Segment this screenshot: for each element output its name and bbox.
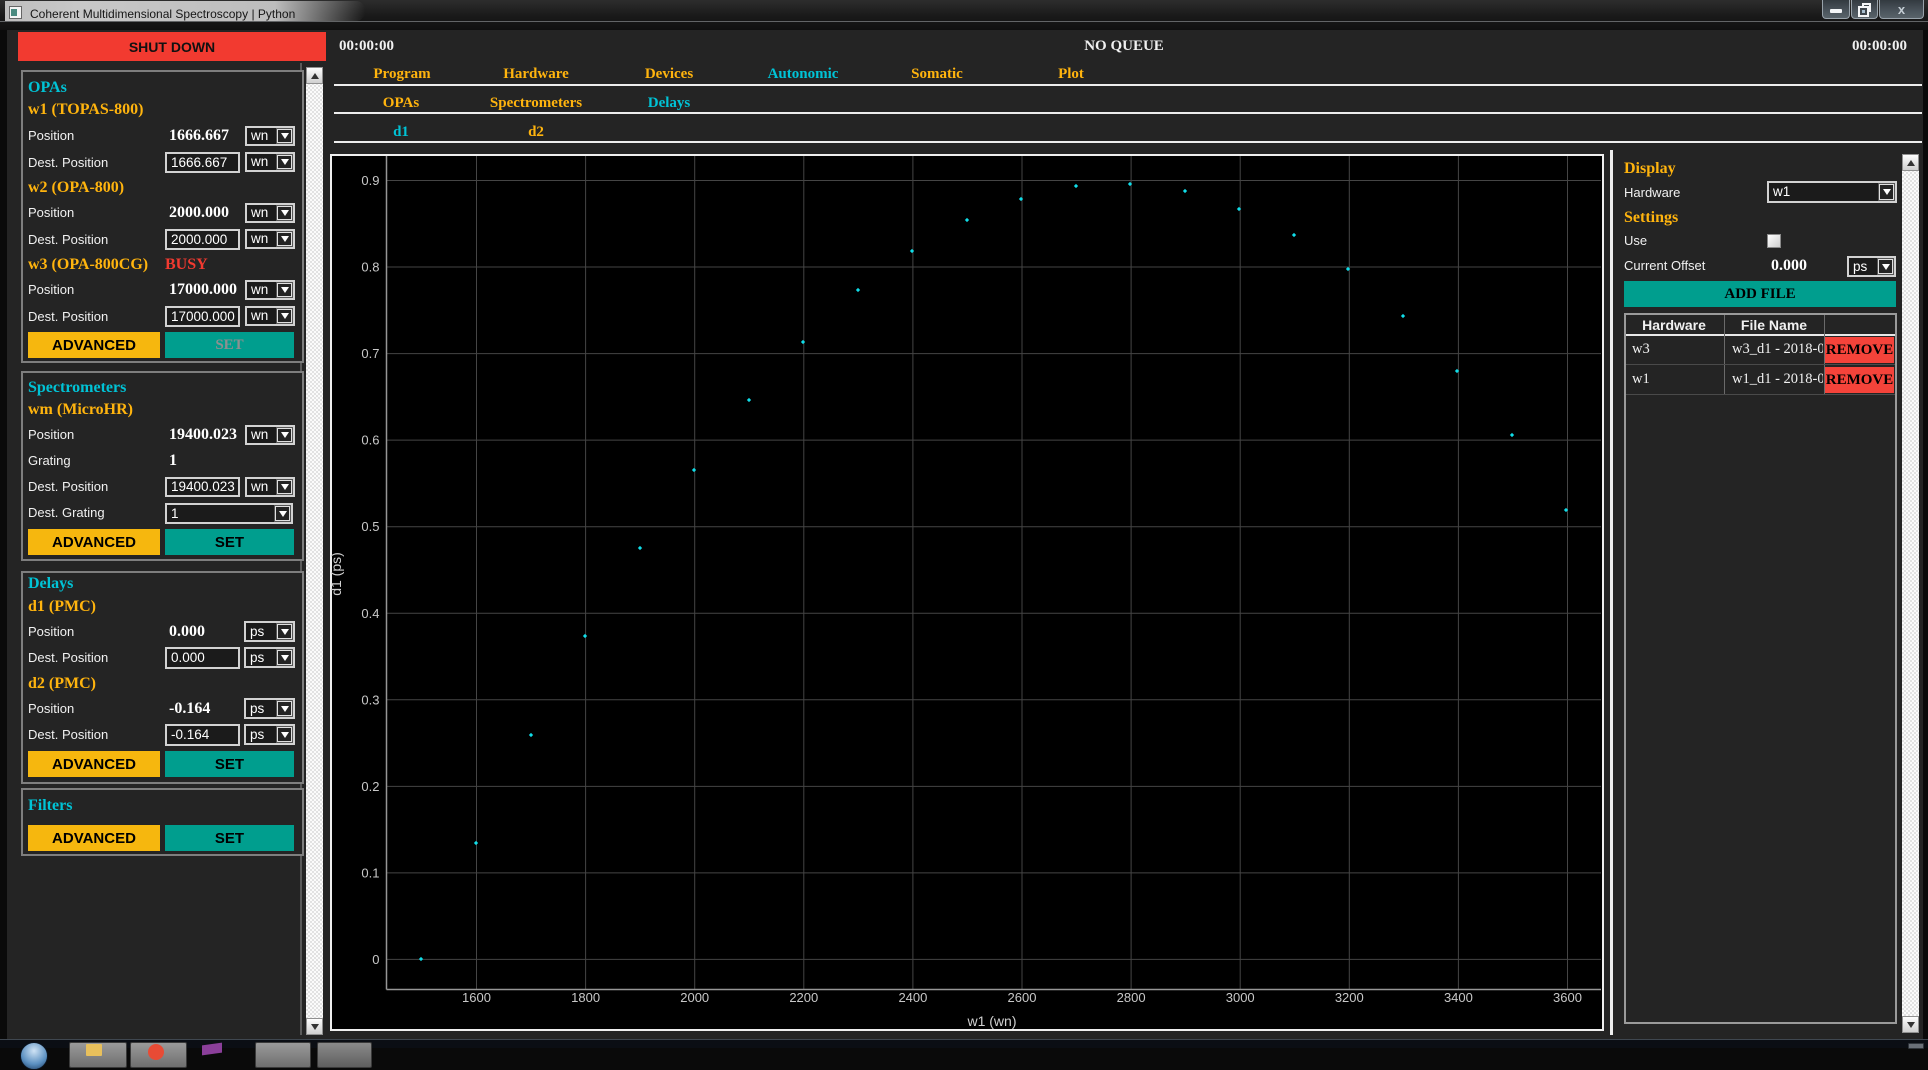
- svg-text:w1 (wn): w1 (wn): [966, 1013, 1016, 1029]
- svg-text:3000: 3000: [1226, 990, 1255, 1005]
- svg-text:2400: 2400: [898, 990, 927, 1005]
- svg-text:0.7: 0.7: [361, 346, 379, 361]
- svg-text:0.3: 0.3: [361, 692, 379, 707]
- svg-text:3600: 3600: [1553, 990, 1582, 1005]
- svg-text:3200: 3200: [1335, 990, 1364, 1005]
- svg-text:0.8: 0.8: [361, 260, 379, 275]
- svg-text:0.2: 0.2: [361, 779, 379, 794]
- svg-text:0.5: 0.5: [361, 519, 379, 534]
- svg-text:0.6: 0.6: [361, 433, 379, 448]
- svg-text:2000: 2000: [680, 990, 709, 1005]
- svg-text:0.4: 0.4: [361, 606, 379, 621]
- svg-text:2200: 2200: [789, 990, 818, 1005]
- svg-text:2600: 2600: [1008, 990, 1037, 1005]
- svg-text:1600: 1600: [462, 990, 491, 1005]
- svg-text:0: 0: [372, 952, 379, 967]
- svg-text:d1 (ps): d1 (ps): [330, 552, 344, 596]
- svg-text:3400: 3400: [1444, 990, 1473, 1005]
- svg-text:2800: 2800: [1117, 990, 1146, 1005]
- svg-text:1800: 1800: [571, 990, 600, 1005]
- svg-text:0.1: 0.1: [361, 865, 379, 880]
- svg-text:0.9: 0.9: [361, 173, 379, 188]
